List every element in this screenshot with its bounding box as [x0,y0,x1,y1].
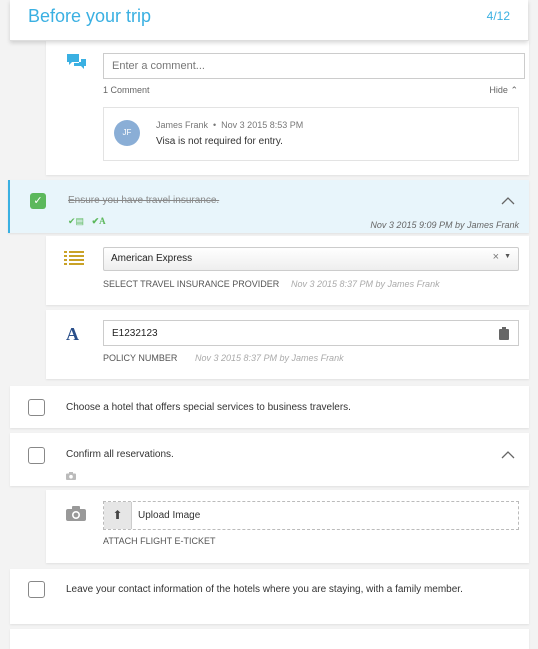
provider-select[interactable]: American Express × ▼ [103,247,519,271]
comment-count: 1 Comment [103,85,150,95]
comment-author: James Frank [156,120,209,130]
hide-comments-link[interactable]: Hide ⌃ [489,85,518,96]
progress-counter: 4/12 [486,9,510,23]
comments-panel: 1 Comment Hide ⌃ JF James Frank • Nov 3 … [46,41,529,175]
check-font-icon: ✔A [91,216,106,226]
provider-field-label: SELECT TRAVEL INSURANCE PROVIDER [103,279,280,289]
comment-time: Nov 3 2015 8:53 PM [221,120,304,130]
avatar: JF [114,120,140,146]
provider-field: American Express × ▼ SELECT TRAVEL INSUR… [46,236,529,305]
policy-number-input[interactable] [103,320,519,346]
comment-item: JF James Frank • Nov 3 2015 8:53 PM Visa… [103,107,519,161]
task-text: Leave your contact information of the ho… [66,584,463,595]
upload-image-button[interactable]: ⬆ Upload Image [103,501,519,530]
provider-select-value: American Express [111,253,193,264]
policy-field-meta: Nov 3 2015 8:37 PM by James Frank [195,353,344,363]
policy-field-label: POLICY NUMBER [103,353,178,363]
clipboard-icon[interactable] [499,327,509,340]
task-field-indicators: ✔▤ ✔A [68,216,106,227]
comment-text: Visa is not required for entry. [156,136,283,147]
task-item[interactable] [10,629,529,649]
hide-label: Hide [489,85,508,95]
task-completed-meta: Nov 3 2015 9:09 PM by James Frank [370,220,519,230]
task-travel-insurance[interactable]: ✓ Ensure you have travel insurance. ✔▤ ✔… [8,180,529,233]
page-title: Before your trip [28,6,152,26]
camera-icon [66,506,86,521]
upload-field: ⬆ Upload Image ATTACH FLIGHT E-TICKET [46,490,529,563]
upload-field-label: ATTACH FLIGHT E-TICKET [103,536,216,546]
dropdown-caret-icon: ▼ [504,253,511,260]
task-item[interactable]: Leave your contact information of the ho… [10,569,529,624]
comment-bubbles-icon [67,54,86,69]
comment-input[interactable] [103,53,525,79]
collapse-chevron-icon[interactable] [501,448,515,462]
font-icon: A [66,324,79,344]
policy-field: A POLICY NUMBER Nov 3 2015 8:37 PM by Ja… [46,310,529,379]
task-text: Choose a hotel that offers special servi… [66,402,351,413]
page-header: Before your trip 4/12 [10,0,528,41]
collapse-chevron-icon[interactable] [501,194,515,208]
upload-label: Upload Image [138,510,201,521]
task-checkbox[interactable] [28,447,45,464]
chevron-up-icon: ⌃ [510,85,518,95]
camera-indicator-icon [66,472,76,480]
task-title: Ensure you have travel insurance. [68,195,220,206]
task-checkbox[interactable] [28,399,45,416]
task-checkbox[interactable] [28,581,45,598]
provider-field-meta: Nov 3 2015 8:37 PM by James Frank [291,279,440,289]
task-checkbox-checked[interactable]: ✓ [30,193,46,209]
upload-icon: ⬆ [104,502,132,529]
clear-selection-icon[interactable]: × [493,251,499,263]
task-item[interactable]: Confirm all reservations. [10,433,529,486]
check-list-icon: ✔▤ [68,216,85,226]
task-text: Confirm all reservations. [66,449,174,460]
list-icon [64,251,84,265]
comment-meta: James Frank • Nov 3 2015 8:53 PM [156,120,304,130]
task-item[interactable]: Choose a hotel that offers special servi… [10,386,529,428]
